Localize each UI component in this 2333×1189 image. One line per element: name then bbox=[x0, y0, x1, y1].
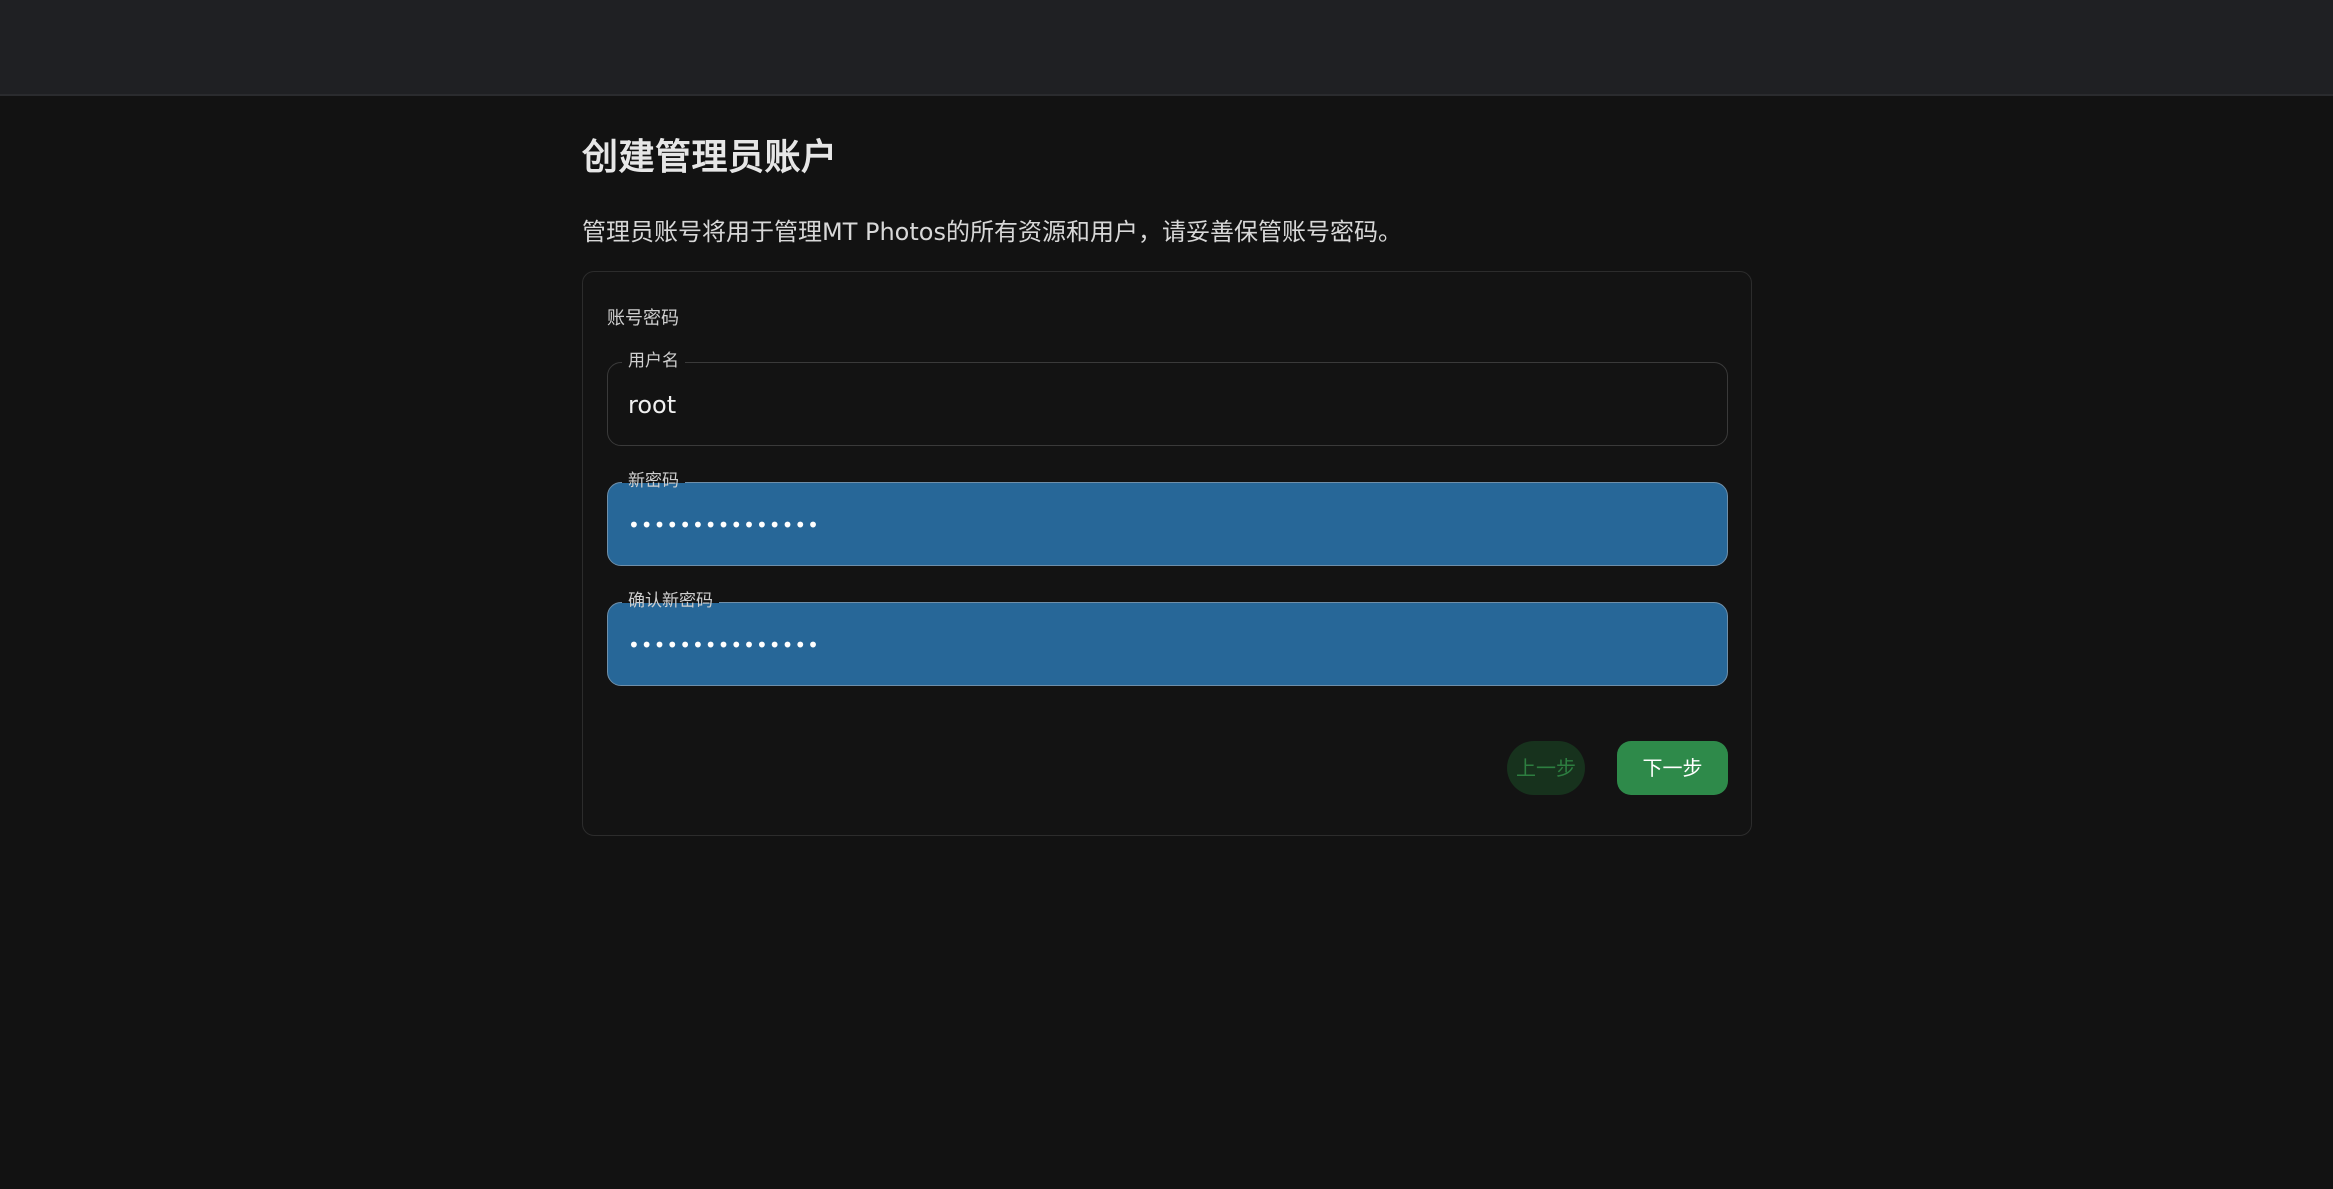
username-input[interactable]: root bbox=[628, 363, 676, 447]
page-title: 创建管理员账户 bbox=[582, 137, 838, 178]
page-description: 管理员账号将用于管理MT Photos的所有资源和用户，请妥善保管账号密码。 bbox=[582, 218, 1402, 246]
new-password-input[interactable]: ••••••••••••••• bbox=[628, 483, 820, 567]
next-step-button[interactable]: 下一步 bbox=[1617, 741, 1728, 795]
section-label: 账号密码 bbox=[607, 308, 679, 329]
top-app-bar bbox=[0, 0, 2333, 96]
confirm-password-field[interactable]: 确认新密码 ••••••••••••••• bbox=[607, 590, 1728, 687]
confirm-password-input[interactable]: ••••••••••••••• bbox=[628, 603, 820, 687]
account-form-card: 账号密码 用户名 root 新密码 ••••••••••••••• 确认新密码 … bbox=[582, 271, 1752, 836]
previous-step-button[interactable]: 上一步 bbox=[1507, 741, 1585, 795]
new-password-field[interactable]: 新密码 ••••••••••••••• bbox=[607, 470, 1728, 567]
username-field[interactable]: 用户名 root bbox=[607, 350, 1728, 447]
